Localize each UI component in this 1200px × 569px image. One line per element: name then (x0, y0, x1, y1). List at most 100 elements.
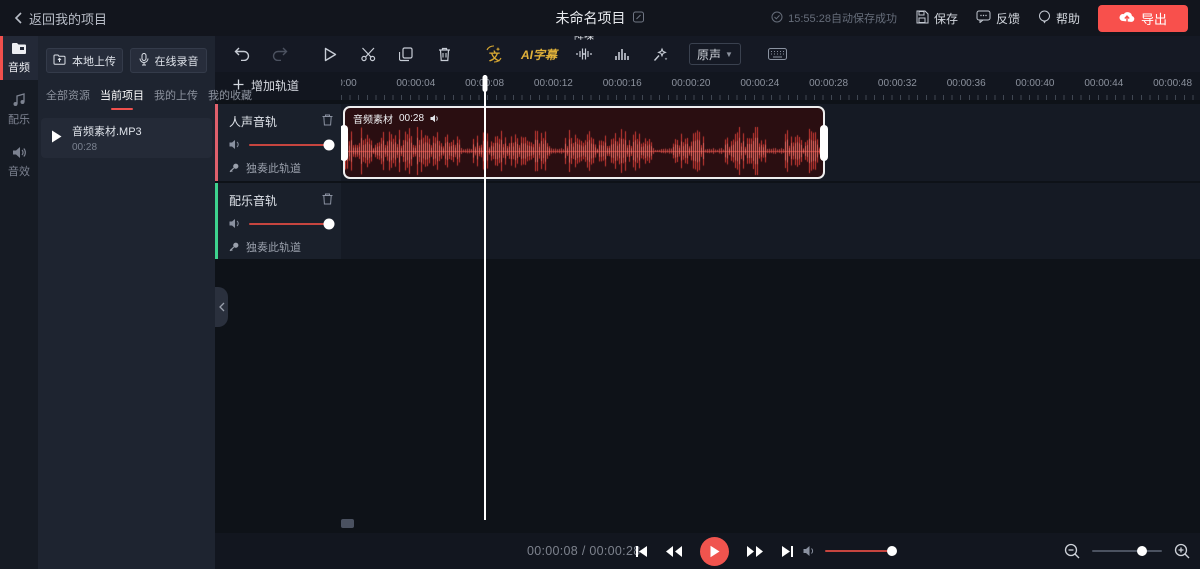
ai-subtitle-label: AI字幕 (521, 46, 557, 63)
nav-item-music[interactable]: 配乐 (0, 88, 38, 132)
zoom-slider[interactable] (1092, 550, 1162, 552)
master-volume-knob[interactable] (887, 546, 897, 556)
nav-item-audio[interactable]: 音频 (0, 36, 38, 80)
chevron-left-icon (14, 12, 22, 24)
upload-folder-icon (53, 54, 66, 68)
save-label: 保存 (934, 10, 958, 27)
resource-tabs: 全部资源 当前项目 我的上传 我的收藏 (38, 73, 215, 110)
ai-subtitle-button[interactable]: AI字幕 (517, 39, 561, 69)
chevron-down-icon: ▼ (725, 50, 733, 59)
cut-button[interactable] (353, 39, 383, 69)
text-to-speech-button[interactable]: 文 (479, 39, 509, 69)
ruler-label: 00:00:36 (947, 78, 986, 89)
undo-button[interactable] (227, 39, 257, 69)
play-button[interactable] (700, 537, 729, 566)
add-track-label: 增加轨道 (251, 77, 299, 94)
volume-icon (229, 139, 241, 150)
back-to-projects-button[interactable]: 返回我的项目 (0, 9, 107, 28)
track-header-column: 人声音轨 独奏此轨道 配乐音轨 (215, 104, 341, 259)
timeline-ruler[interactable]: 增加轨道 0:0000:00:0400:00:0800:00:1200:00:1… (215, 72, 1200, 100)
track-volume-slider[interactable] (249, 144, 329, 146)
volume-knob[interactable] (324, 218, 335, 229)
delete-track-icon[interactable] (322, 114, 333, 129)
help-button[interactable]: 帮助 (1038, 10, 1080, 27)
feedback-button[interactable]: 反馈 (976, 10, 1020, 27)
shortcuts-keyboard-button[interactable] (763, 39, 793, 69)
nav-item-sfx[interactable]: 音效 (0, 140, 38, 184)
skip-to-start-button[interactable] (635, 545, 648, 558)
local-upload-button[interactable]: 本地上传 (46, 48, 123, 73)
zoom-knob[interactable] (1137, 546, 1147, 556)
track-volume-slider[interactable] (249, 223, 329, 225)
panel-collapse-handle[interactable] (215, 287, 228, 327)
horizontal-scrollbar-thumb[interactable] (341, 519, 354, 528)
ruler-label: 00:00:24 (740, 78, 779, 89)
copy-button[interactable] (391, 39, 421, 69)
save-icon (915, 10, 929, 27)
tab-all-resources[interactable]: 全部资源 (46, 87, 90, 110)
track-name: 配乐音轨 (229, 192, 277, 209)
skip-to-end-button[interactable] (781, 545, 794, 558)
total-time: 00:00:28 (589, 544, 640, 558)
online-record-button[interactable]: 在线录音 (130, 48, 207, 73)
editor-pane: 文 AI字幕 降噪 原声 ▼ (215, 36, 1200, 569)
rename-icon[interactable] (633, 10, 645, 26)
track-name: 人声音轨 (229, 113, 277, 130)
ruler-label: 00:00:12 (534, 78, 573, 89)
track-volume-row (229, 139, 333, 150)
zoom-out-icon[interactable] (1064, 543, 1080, 559)
clip-name: 音频素材 (353, 111, 393, 126)
nav-label: 音频 (8, 59, 30, 75)
export-cloud-icon (1119, 11, 1135, 26)
voice-select-dropdown[interactable]: 原声 ▼ (689, 43, 741, 65)
ruler-label: 00:00:20 (672, 78, 711, 89)
master-volume-slider[interactable] (825, 550, 895, 552)
effects-wand-button[interactable] (645, 39, 675, 69)
track-volume-row (229, 218, 333, 229)
audio-clip[interactable]: 音频素材 00:28 (343, 106, 825, 179)
vocal-track-lane[interactable]: 音频素材 00:28 (341, 104, 1200, 181)
fast-forward-button[interactable] (746, 545, 764, 558)
delete-track-icon[interactable] (322, 193, 333, 208)
audio-file-item[interactable]: 音频素材.MP3 00:28 (41, 118, 212, 158)
volume-icon (229, 218, 241, 229)
play-file-icon[interactable] (51, 130, 62, 146)
preview-play-button[interactable] (315, 39, 345, 69)
solo-track-button[interactable]: 独奏此轨道 (229, 160, 333, 176)
project-title: 未命名项目 (556, 8, 626, 28)
nav-label: 配乐 (8, 111, 30, 127)
solo-mic-icon (229, 163, 239, 174)
tab-my-uploads[interactable]: 我的上传 (154, 87, 198, 110)
tab-current-project[interactable]: 当前项目 (100, 87, 144, 110)
current-time: 00:00:08 (527, 544, 578, 558)
project-title-wrap: 未命名项目 (556, 8, 645, 28)
file-name: 音频素材.MP3 (72, 123, 142, 139)
zoom-in-icon[interactable] (1174, 543, 1190, 559)
rewind-button[interactable] (665, 545, 683, 558)
feedback-icon (976, 10, 991, 26)
ruler-label: 00:00:40 (1016, 78, 1055, 89)
clip-trim-handle-right[interactable] (820, 125, 828, 161)
solo-mic-icon (229, 242, 239, 253)
resource-actions: 本地上传 在线录音 (38, 36, 215, 73)
volume-knob[interactable] (324, 139, 335, 150)
clip-duration: 00:28 (399, 113, 424, 124)
music-track-header: 配乐音轨 独奏此轨道 (215, 183, 341, 259)
solo-track-button[interactable]: 独奏此轨道 (229, 239, 333, 255)
clip-trim-handle-left[interactable] (340, 125, 348, 161)
save-button[interactable]: 保存 (915, 10, 958, 27)
export-button[interactable]: 导出 (1098, 5, 1188, 32)
delete-button[interactable] (429, 39, 459, 69)
volume-icon (803, 545, 816, 557)
tab-my-favorites[interactable]: 我的收藏 (208, 87, 252, 110)
redo-button[interactable] (265, 39, 295, 69)
local-upload-label: 本地上传 (72, 53, 116, 69)
solo-track-label: 独奏此轨道 (246, 160, 301, 176)
music-track-lane[interactable] (341, 183, 1200, 259)
autosave-status: 15:55:28自动保存成功 (771, 10, 897, 26)
denoise-button[interactable]: 降噪 (569, 39, 599, 69)
resource-panel: 本地上传 在线录音 全部资源 当前项目 我的上传 我的收藏 音频素材.MP3 0… (38, 36, 215, 569)
edit-toolbar: 文 AI字幕 降噪 原声 ▼ (215, 36, 1200, 72)
microphone-icon (139, 53, 149, 69)
equalizer-button[interactable] (607, 39, 637, 69)
